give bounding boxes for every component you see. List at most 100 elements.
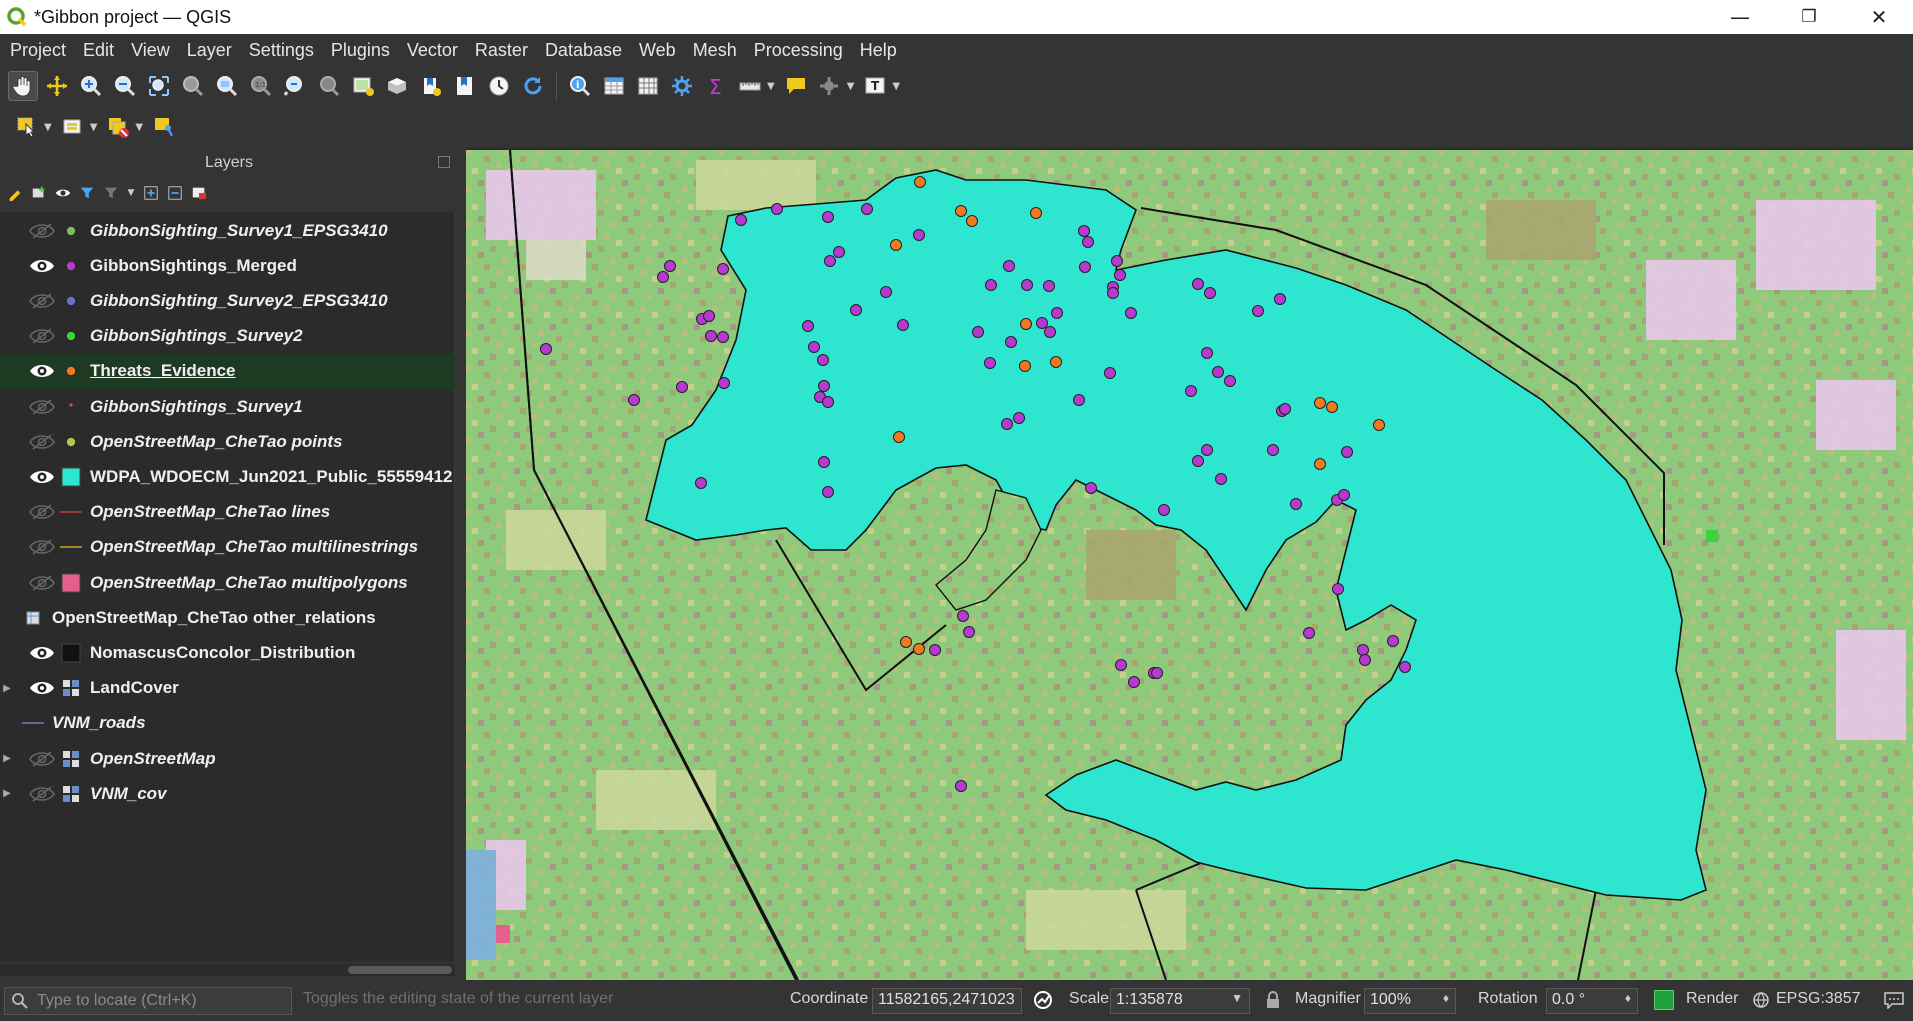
layer-row[interactable]: GibbonSightings_Merged — [0, 248, 455, 283]
threat-evidence-point[interactable] — [1314, 458, 1326, 470]
layer-row[interactable]: NomascusConcolor_Distribution — [0, 635, 455, 670]
identify-features-icon[interactable]: i — [565, 71, 595, 101]
gibbon-sighting-point[interactable] — [1078, 225, 1090, 237]
gibbon-sighting-point[interactable] — [1212, 366, 1224, 378]
gibbon-sighting-point[interactable] — [929, 644, 941, 656]
threat-evidence-point[interactable] — [955, 205, 967, 217]
remove-layer-icon[interactable] — [190, 184, 208, 202]
eye-hidden-icon[interactable] — [28, 322, 56, 350]
threat-evidence-point[interactable] — [1019, 360, 1031, 372]
gibbon-sighting-point[interactable] — [717, 263, 729, 275]
pan-hand-icon[interactable] — [8, 71, 38, 101]
threat-evidence-point[interactable] — [893, 431, 905, 443]
zoom-next-icon[interactable] — [314, 71, 344, 101]
gibbon-sighting-point[interactable] — [1107, 287, 1119, 299]
locator-bar[interactable] — [4, 987, 292, 1015]
expand-arrow-icon[interactable]: ▶ — [0, 683, 14, 694]
gibbon-sighting-point[interactable] — [1215, 473, 1227, 485]
select-by-expression-icon[interactable] — [58, 112, 88, 142]
gibbon-sighting-point[interactable] — [1201, 444, 1213, 456]
threat-evidence-point[interactable] — [1326, 401, 1338, 413]
gibbon-sighting-point[interactable] — [1044, 326, 1056, 338]
gibbon-sighting-point[interactable] — [1303, 627, 1315, 639]
gibbon-sighting-point[interactable] — [540, 343, 552, 355]
layer-row[interactable]: OpenStreetMap_CheTao points — [0, 424, 455, 459]
gibbon-sighting-point[interactable] — [1387, 635, 1399, 647]
undock-panel-icon[interactable] — [438, 156, 450, 168]
gibbon-sighting-point[interactable] — [824, 255, 836, 267]
attribute-table-icon[interactable] — [599, 71, 629, 101]
new-map-view-icon[interactable] — [348, 71, 378, 101]
scale-field[interactable]: 1:135878 ▼ — [1110, 988, 1250, 1014]
refresh-icon[interactable] — [518, 71, 548, 101]
menu-web[interactable]: Web — [633, 34, 682, 66]
gibbon-sighting-point[interactable] — [1341, 446, 1353, 458]
gibbon-sighting-point[interactable] — [1151, 667, 1163, 679]
layer-row[interactable]: GibbonSightings_Survey1 — [0, 389, 455, 424]
crs-globe-icon[interactable] — [1752, 991, 1770, 1009]
gibbon-sighting-point[interactable] — [1359, 654, 1371, 666]
gibbon-sighting-point[interactable] — [1082, 236, 1094, 248]
gibbon-sighting-point[interactable] — [1085, 482, 1097, 494]
gibbon-sighting-point[interactable] — [822, 396, 834, 408]
gibbon-sighting-point[interactable] — [833, 246, 845, 258]
menu-raster[interactable]: Raster — [469, 34, 534, 66]
select-gear-icon[interactable] — [815, 71, 845, 101]
measure-dropdown-icon[interactable]: ▼ — [767, 81, 775, 92]
field-calculator-icon[interactable]: Σ — [701, 71, 731, 101]
scrollbar-thumb[interactable] — [348, 966, 452, 974]
threat-evidence-point[interactable] — [1030, 207, 1042, 219]
gibbon-sighting-point[interactable] — [695, 477, 707, 489]
eye-hidden-icon[interactable] — [28, 393, 56, 421]
locator-input[interactable] — [37, 992, 287, 1010]
threat-evidence-point[interactable] — [1373, 419, 1385, 431]
layer-row[interactable]: GibbonSightings_Survey2 — [0, 319, 455, 354]
gibbon-sighting-point[interactable] — [676, 381, 688, 393]
zoom-last-icon[interactable] — [280, 71, 310, 101]
panel-splitter[interactable] — [458, 148, 466, 980]
eye-hidden-icon[interactable] — [28, 533, 56, 561]
new-3d-map-view-icon[interactable] — [382, 71, 412, 101]
menu-layer[interactable]: Layer — [181, 34, 238, 66]
close-button[interactable]: ✕ — [1845, 0, 1913, 34]
new-spatial-bookmark-icon[interactable] — [416, 71, 446, 101]
gibbon-sighting-point[interactable] — [822, 211, 834, 223]
minimize-button[interactable]: — — [1706, 0, 1774, 34]
gibbon-sighting-point[interactable] — [880, 286, 892, 298]
eye-hidden-icon[interactable] — [28, 287, 56, 315]
expand-all-icon[interactable] — [142, 184, 160, 202]
eye-icon[interactable] — [28, 357, 56, 385]
menu-database[interactable]: Database — [539, 34, 628, 66]
map-svg[interactable] — [466, 150, 1913, 980]
filter-legend-icon[interactable] — [78, 184, 96, 202]
gibbon-sighting-point[interactable] — [1252, 305, 1264, 317]
manage-visibility-icon[interactable] — [54, 184, 72, 202]
expand-arrow-icon[interactable]: ▶ — [0, 788, 14, 799]
eye-hidden-icon[interactable] — [28, 428, 56, 456]
gibbon-sighting-point[interactable] — [1073, 394, 1085, 406]
menu-processing[interactable]: Processing — [748, 34, 849, 66]
statistical-summary-icon[interactable] — [633, 71, 663, 101]
temporal-controller-icon[interactable] — [484, 71, 514, 101]
menu-edit[interactable]: Edit — [77, 34, 120, 66]
menu-view[interactable]: View — [125, 34, 176, 66]
layer-row[interactable]: OpenStreetMap_CheTao lines — [0, 495, 455, 530]
gibbon-sighting-point[interactable] — [850, 304, 862, 316]
gibbon-sighting-point[interactable] — [1036, 317, 1048, 329]
layer-row[interactable]: OpenStreetMap_CheTao multipolygons — [0, 565, 455, 600]
layers-horizontal-scrollbar[interactable] — [0, 964, 455, 976]
gibbon-sighting-point[interactable] — [1125, 307, 1137, 319]
threat-evidence-point[interactable] — [913, 643, 925, 655]
gibbon-sighting-point[interactable] — [1051, 307, 1063, 319]
layer-row[interactable]: GibbonSighting_Survey2_EPSG3410 — [0, 283, 455, 318]
menu-settings[interactable]: Settings — [243, 34, 320, 66]
crs-label[interactable]: EPSG:3857 — [1776, 990, 1861, 1008]
gibbon-sighting-point[interactable] — [818, 380, 830, 392]
gibbon-sighting-point[interactable] — [1204, 287, 1216, 299]
gear-dropdown-icon[interactable]: ▼ — [847, 81, 855, 92]
gibbon-sighting-point[interactable] — [1224, 375, 1236, 387]
threat-evidence-point[interactable] — [890, 239, 902, 251]
threat-evidence-point[interactable] — [914, 176, 926, 188]
collapse-all-icon[interactable] — [166, 184, 184, 202]
layer-row[interactable]: WDPA_WDOECM_Jun2021_Public_55559412 — [0, 459, 455, 494]
